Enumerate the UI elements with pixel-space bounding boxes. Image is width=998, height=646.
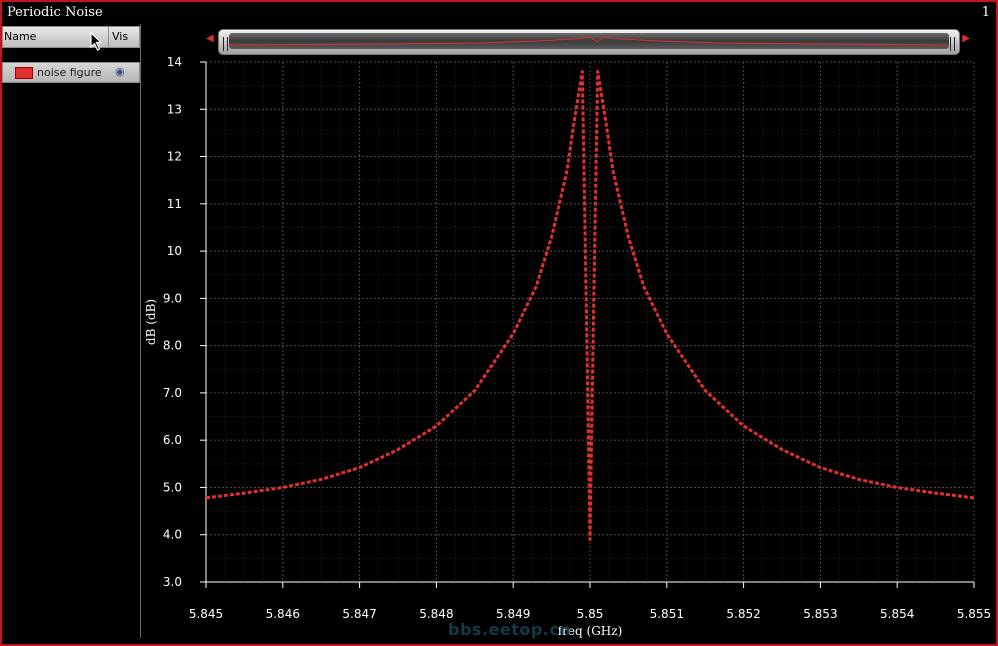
right-handle-icon[interactable] bbox=[950, 37, 955, 51]
eye-icon[interactable]: ◉ bbox=[115, 65, 125, 78]
trace-list-panel: Name Vis noise figure ◉ bbox=[2, 24, 141, 638]
scrollbar-track[interactable] bbox=[218, 29, 960, 55]
trace-color-swatch bbox=[15, 67, 33, 79]
watermark: bbs.eetop.cn bbox=[448, 620, 572, 639]
left-handle-icon[interactable] bbox=[223, 37, 228, 51]
main-window bbox=[0, 0, 998, 646]
scrollbar-overview bbox=[228, 33, 950, 49]
title-bar: Periodic Noise 1 bbox=[2, 2, 996, 24]
scroll-right-arrow-icon[interactable]: ▶ bbox=[962, 33, 970, 44]
scroll-left-arrow-icon[interactable]: ◀ bbox=[206, 33, 214, 44]
mouse-cursor-icon bbox=[90, 32, 103, 51]
column-header-name[interactable]: Name bbox=[4, 30, 36, 43]
window-number: 1 bbox=[981, 5, 990, 20]
window-title: Periodic Noise bbox=[7, 5, 103, 20]
trace-name: noise figure bbox=[37, 66, 102, 79]
trace-list-header: Name Vis bbox=[2, 26, 140, 48]
overview-trace bbox=[228, 36, 950, 46]
horizontal-zoom-scrollbar[interactable]: ◀ ▶ bbox=[206, 27, 970, 55]
trace-list-item[interactable]: noise figure ◉ bbox=[2, 62, 140, 83]
column-header-vis[interactable]: Vis bbox=[108, 27, 128, 47]
